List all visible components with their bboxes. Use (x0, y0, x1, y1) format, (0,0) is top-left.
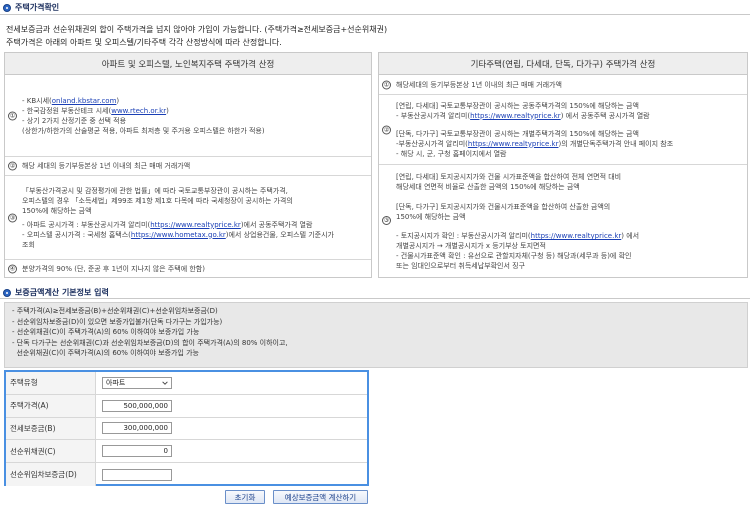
condition-line: - 주택가격(A)≥전세보증금(B)+선순위채권(C)+선순위임차보증금(D) (12, 307, 218, 315)
bullet-icon (3, 288, 11, 297)
other-housing-price-panel: 기타주택(연립, 다세대, 단독, 다가구) 주택가격 산정 ① 해당세대의 등… (378, 52, 748, 278)
circled-number: ① (8, 111, 17, 120)
form-row-senior-deposit: 선순위임차보증금(D) (6, 463, 367, 486)
senior-deposit-input[interactable] (102, 468, 172, 481)
deposit-input[interactable] (102, 422, 172, 435)
list-item: ④ 분양가격의 90% (단, 준공 후 1년이 지나지 않은 주택에 한함) (5, 260, 371, 277)
section-title-text: 보증금액계산 기본정보 입력 (15, 288, 109, 297)
chevron-down-icon (162, 381, 168, 385)
house-type-label: 주택유형 (6, 372, 96, 394)
deposit-label: 전세보증금(B) (6, 417, 96, 440)
intro-line: 전세보증금과 선순위채권의 합이 주택가격을 넘지 않아야 가입이 가능합니다.… (6, 25, 388, 34)
apartment-price-panel: 아파트 및 오피스텔, 노인복지주택 주택가격 산정 ① - KB시세(onla… (4, 52, 372, 278)
rtech-link[interactable]: www.rtech.or.kr (111, 107, 166, 115)
senior-deposit-label: 선순위임차보증금(D) (6, 463, 96, 486)
list-item: ③ 「부동산가격공시 및 감정평가에 관한 법률」에 따라 국토교통부장관이 공… (5, 176, 371, 260)
circled-number: ③ (8, 213, 17, 222)
condition-line: - 단독 다가구는 선순위채권(C)과 선순위임차보증금(D)의 합이 주택가격… (12, 338, 288, 347)
realtyprice-link[interactable]: https://www.realtyprice.kr (531, 232, 622, 240)
condition-line: - 선순위채권(C)이 주택가격(A)의 60% 이하여야 보증가입 가능 (12, 328, 200, 337)
calculate-button[interactable]: 예상보증금액 계산하기 (273, 490, 368, 504)
house-price-input[interactable] (102, 399, 172, 412)
list-item: ② 해당 세대의 등기부등본상 1년 이내의 최근 매매 거래가액 (5, 157, 371, 176)
panel-header: 기타주택(연립, 다세대, 단독, 다가구) 주택가격 산정 (379, 53, 747, 75)
divider (0, 14, 750, 15)
realtyprice-link[interactable]: https://www.realtyprice.kr (470, 112, 561, 120)
row-text: 분양가격의 90% (단, 준공 후 1년이 지나지 않은 주택에 한함) (22, 264, 205, 273)
divider (0, 298, 750, 299)
house-type-value: 아파트 (106, 378, 126, 387)
senior-debt-input[interactable] (102, 445, 172, 458)
list-item: ③ [연립, 다세대] 토지공시지가와 건물 시가표준액을 합산하여 전체 연면… (379, 165, 747, 278)
intro-line: 주택가격은 아래의 아파트 및 오피스텔/기타주택 각각 산정방식에 따라 산정… (6, 38, 282, 47)
section-title-basic-info: 보증금액계산 기본정보 입력 (3, 287, 109, 298)
house-price-label: 주택가격(A) (6, 394, 96, 417)
panel-header: 아파트 및 오피스텔, 노인복지주택 주택가격 산정 (5, 53, 371, 75)
hometax-link[interactable]: https://www.hometax.go.kr (131, 231, 226, 239)
row-text: [연립, 다세대] 국토교통부장관이 공시하는 공동주택가격의 150%에 해당… (396, 101, 674, 158)
senior-debt-label: 선순위채권(C) (6, 440, 96, 463)
row-text: 해당 세대의 등기부등본상 1년 이내의 최근 매매 거래가액 (22, 162, 191, 170)
row-text: 해당세대의 등기부등본상 1년 이내의 최근 매매 거래가액 (396, 80, 562, 89)
condition-line: 선순위채권(C)이 주택가격(A)의 60% 이하여야 보증가입 가능 (12, 349, 199, 358)
form-row-house-type: 주택유형 아파트 (6, 372, 367, 395)
row-text: [연립, 다세대] 토지공시지가와 건물 시가표준액을 합산하여 전체 연면적 … (396, 173, 640, 270)
form-row-senior-debt: 선순위채권(C) (6, 440, 367, 464)
circled-number: ③ (382, 216, 391, 225)
house-type-select[interactable]: 아파트 (102, 376, 172, 389)
row-text: - KB시세(onland.kbstar.com) - 한국감정원 부동산테크 … (22, 96, 265, 135)
condition-line: - 선순위임차보증금(D)이 있으면 보증가입불가(단독 다가구는 가입가능) (12, 317, 223, 326)
form-row-deposit: 전세보증금(B) (6, 417, 367, 441)
realtyprice-link[interactable]: https://www.realtyprice.kr (468, 140, 559, 148)
form-row-house-price: 주택가격(A) (6, 394, 367, 418)
list-item: ① 해당세대의 등기부등본상 1년 이내의 최근 매매 거래가액 (379, 75, 747, 95)
reset-button[interactable]: 초기화 (225, 490, 265, 504)
bullet-icon (3, 3, 11, 12)
circled-number: ④ (8, 264, 17, 273)
circled-number: ② (382, 125, 391, 134)
basic-info-form: 주택유형 아파트 주택가격(A) 전세보증금(B) 선순위채권(C) 선순위임차… (4, 370, 369, 486)
intro-text: 전세보증금과 선순위채권의 합이 주택가격을 넘지 않아야 가입이 가능합니다.… (6, 23, 387, 49)
section-title-house-price: 주택가격확인 (3, 2, 59, 13)
kb-link[interactable]: onland.kbstar.com (52, 97, 117, 105)
section-title-text: 주택가격확인 (15, 3, 60, 12)
guarantee-conditions-box: - 주택가격(A)≥전세보증금(B)+선순위채권(C)+선순위임차보증금(D) … (4, 302, 748, 368)
circled-number: ② (8, 161, 17, 171)
row-text: 「부동산가격공시 및 감정평가에 관한 법률」에 따라 국토교통부장관이 공시하… (22, 186, 334, 249)
circled-number: ① (382, 80, 391, 89)
list-item: ② [연립, 다세대] 국토교통부장관이 공시하는 공동주택가격의 150%에 … (379, 95, 747, 165)
list-item: ① - KB시세(onland.kbstar.com) - 한국감정원 부동산테… (5, 75, 371, 157)
realtyprice-link[interactable]: https://www.realtyprice.kr (150, 221, 241, 229)
